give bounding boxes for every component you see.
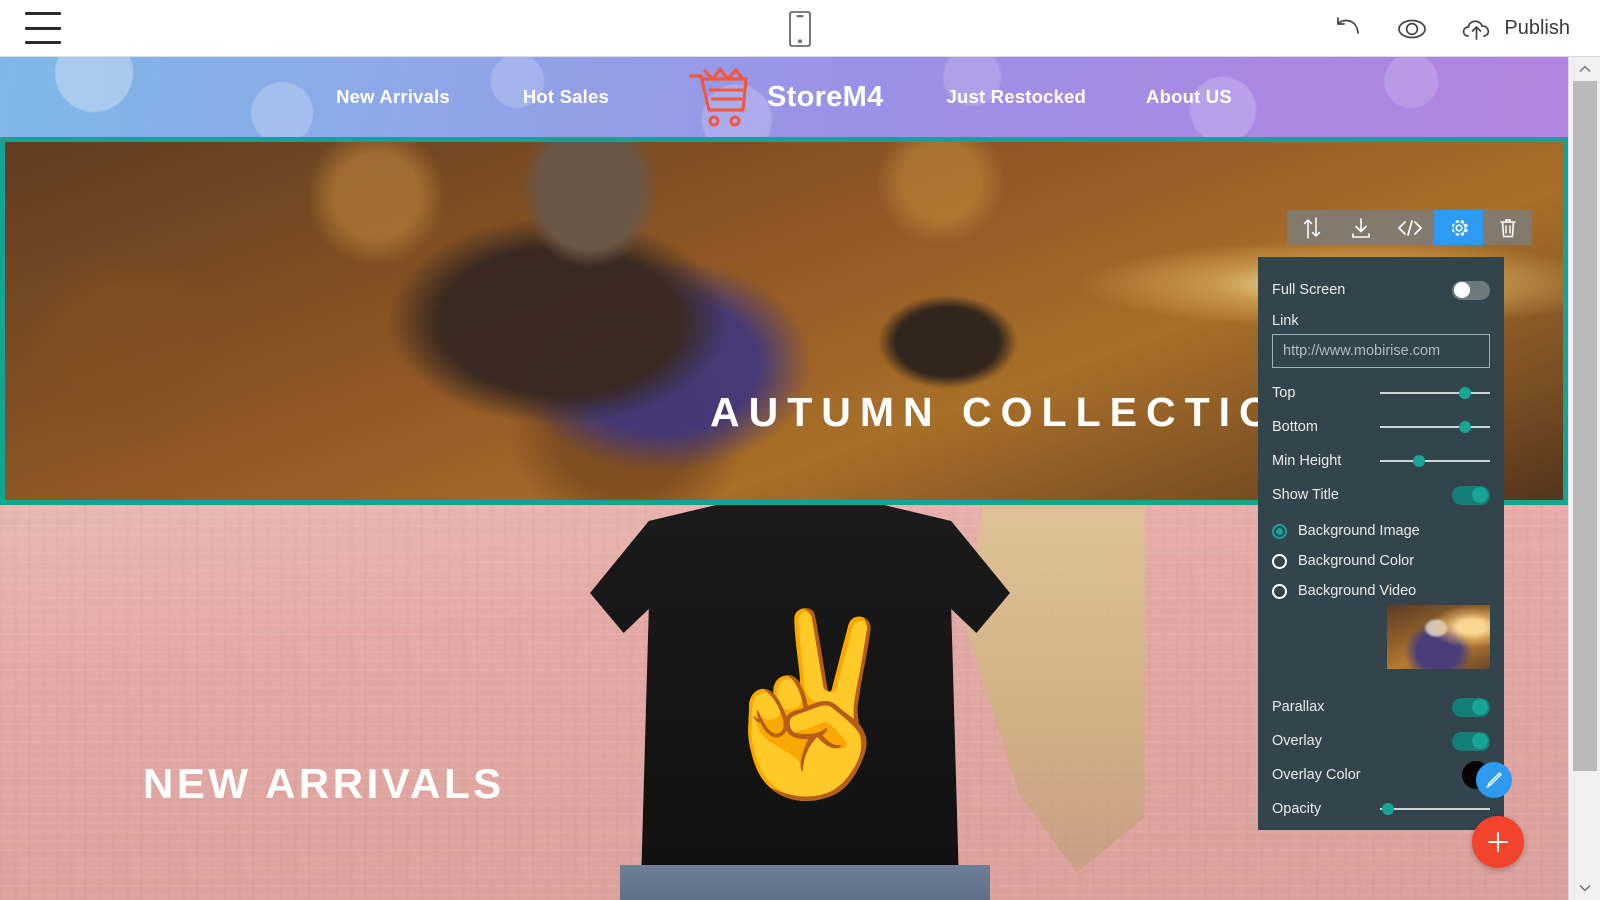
full-screen-label: Full Screen [1272, 282, 1346, 298]
page-scrollbar[interactable] [1568, 57, 1600, 900]
new-arrivals-title[interactable]: NEW ARRIVALS [143, 760, 505, 808]
block-settings-panel: Full Screen Link Top Bottom Min Height [1258, 257, 1504, 830]
background-image-option[interactable]: Background Image [1272, 516, 1490, 546]
brand-name: StoreM4 [766, 80, 884, 113]
editor-topbar: Publish [0, 0, 1600, 57]
top-label: Top [1272, 385, 1296, 401]
full-screen-row: Full Screen [1272, 273, 1490, 307]
background-image-thumbnail[interactable] [1387, 605, 1490, 669]
background-image-label: Background Image [1298, 523, 1420, 539]
bottom-label: Bottom [1272, 419, 1318, 435]
overlay-color-label: Overlay Color [1272, 767, 1361, 783]
app-root: Publish New Arrivals Hot Sales StoreM4 J… [0, 0, 1600, 900]
min-height-label: Min Height [1272, 453, 1342, 469]
background-video-option[interactable]: Background Video [1272, 576, 1490, 606]
show-title-label: Show Title [1272, 487, 1339, 503]
scrollbar-thumb[interactable] [1573, 81, 1597, 771]
show-title-row: Show Title [1272, 478, 1490, 512]
min-height-slider-row: Min Height [1272, 444, 1490, 478]
publish-label: Publish [1504, 17, 1570, 39]
top-slider-row: Top [1272, 376, 1490, 410]
opacity-row: Opacity [1272, 792, 1490, 826]
full-screen-toggle[interactable] [1452, 280, 1490, 300]
undo-arrow-icon[interactable] [1331, 12, 1365, 46]
radio-unselected-icon [1272, 553, 1287, 569]
parallax-label: Parallax [1272, 699, 1325, 715]
background-color-option[interactable]: Background Color [1272, 546, 1490, 576]
link-input[interactable] [1272, 334, 1490, 368]
nav-link-about-us[interactable]: About US [1146, 86, 1232, 108]
pen-icon [1486, 772, 1502, 788]
page-canvas: New Arrivals Hot Sales StoreM4 Just Rest… [0, 57, 1568, 900]
site-brand[interactable]: StoreM4 [687, 66, 884, 128]
code-editor-icon[interactable] [1385, 210, 1434, 245]
plus-icon [1487, 831, 1509, 853]
mobile-phone-icon[interactable] [789, 11, 811, 47]
add-block-fab[interactable] [1472, 816, 1524, 868]
overlay-label: Overlay [1272, 733, 1322, 749]
hamburger-menu-icon[interactable] [25, 12, 61, 44]
edit-pen-fab[interactable] [1476, 762, 1512, 798]
download-block-icon[interactable] [1336, 210, 1385, 245]
block-settings-icon[interactable] [1434, 210, 1483, 245]
topbar-actions: Publish [1331, 0, 1570, 57]
radio-selected-icon [1272, 523, 1287, 539]
eye-preview-icon[interactable] [1395, 12, 1429, 46]
nav-link-new-arrivals[interactable]: New Arrivals [336, 86, 450, 108]
bottom-slider-row: Bottom [1272, 410, 1490, 444]
overlay-toggle[interactable] [1452, 731, 1490, 751]
hero-title[interactable]: AUTUMN COLLECTION [710, 389, 1319, 436]
opacity-label: Opacity [1272, 801, 1322, 817]
min-height-slider[interactable] [1380, 454, 1490, 468]
delete-block-icon[interactable] [1483, 210, 1532, 245]
nav-link-just-restocked[interactable]: Just Restocked [947, 86, 1087, 108]
parallax-row: Parallax [1272, 690, 1490, 724]
scroll-up-arrow[interactable] [1569, 57, 1600, 81]
background-color-label: Background Color [1298, 553, 1415, 569]
shopping-cart-icon [689, 67, 748, 127]
model-jeans [620, 865, 990, 900]
publish-button[interactable]: Publish [1459, 15, 1570, 43]
scroll-down-arrow[interactable] [1569, 876, 1600, 900]
top-slider[interactable] [1380, 386, 1490, 400]
site-navbar[interactable]: New Arrivals Hot Sales StoreM4 Just Rest… [0, 57, 1568, 137]
move-block-icon[interactable] [1287, 210, 1336, 245]
skeleton-peace-hand-graphic: ✌ [700, 607, 920, 803]
parallax-toggle[interactable] [1452, 697, 1490, 717]
background-video-label: Background Video [1298, 583, 1417, 599]
radio-unselected-icon [1272, 583, 1287, 599]
overlay-row: Overlay [1272, 724, 1490, 758]
bottom-slider[interactable] [1380, 420, 1490, 434]
opacity-slider[interactable] [1380, 802, 1490, 816]
link-label: Link [1272, 313, 1299, 329]
show-title-toggle[interactable] [1452, 485, 1490, 505]
overlay-color-row: Overlay Color [1272, 758, 1490, 792]
nav-link-hot-sales[interactable]: Hot Sales [523, 86, 609, 108]
block-toolbar [1287, 210, 1532, 245]
cloud-upload-icon [1463, 19, 1490, 40]
